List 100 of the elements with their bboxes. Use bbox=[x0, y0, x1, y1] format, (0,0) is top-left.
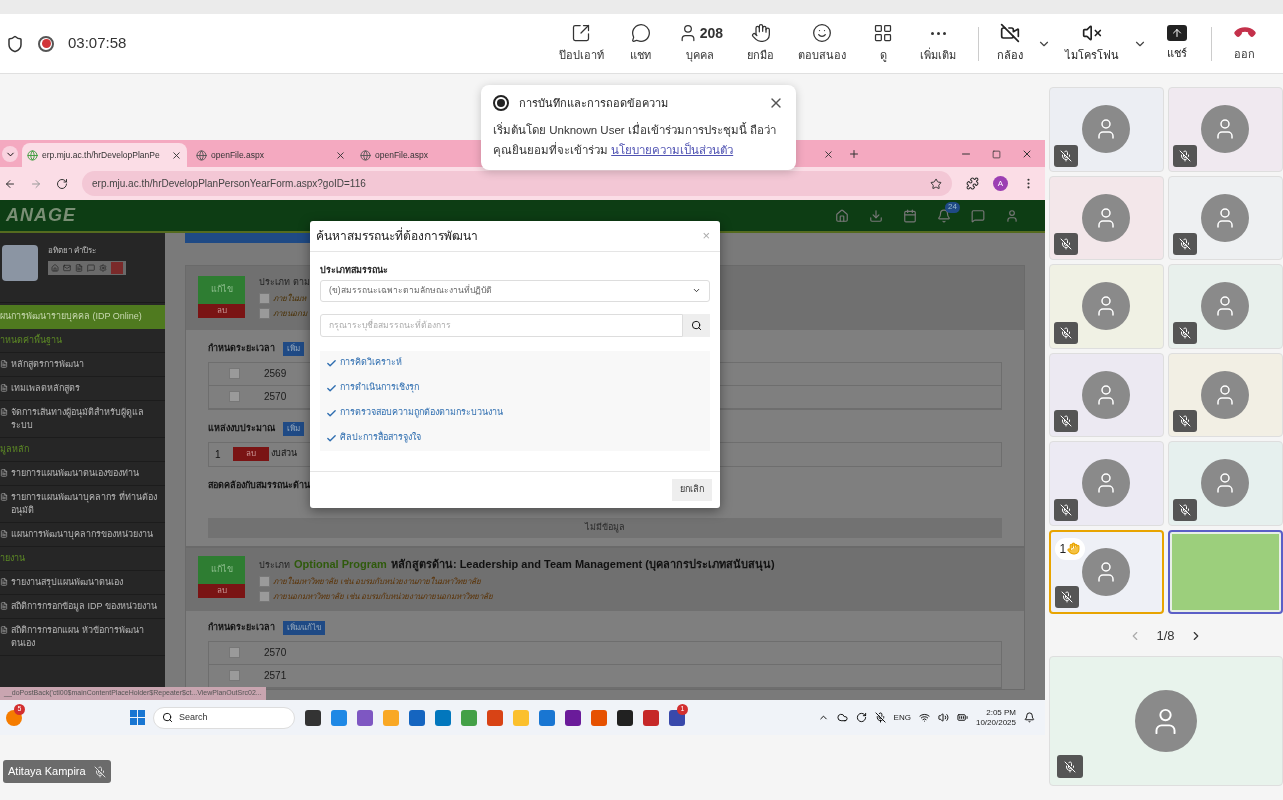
menu-item[interactable]: รายการแผนพัฒนาบุคลากร ที่ท่านต้องอนุมัติ bbox=[11, 491, 165, 517]
competency-option[interactable]: การตรวจสอบความถูกต้องตามกระบวนงาน bbox=[320, 400, 710, 426]
add-button[interactable]: เพิ่ม bbox=[283, 421, 304, 436]
checkbox[interactable] bbox=[259, 576, 270, 587]
calendar-icon[interactable] bbox=[903, 208, 917, 223]
checkbox[interactable] bbox=[229, 391, 240, 402]
close-icon[interactable] bbox=[823, 149, 834, 160]
start-icon[interactable] bbox=[130, 710, 145, 725]
menu-item[interactable]: รายงานสรุปแผนพัฒนาตนเอง bbox=[11, 576, 123, 589]
browser-tab[interactable]: openFile.aspx bbox=[191, 143, 351, 167]
toolbar-button[interactable]: แชท bbox=[615, 15, 666, 72]
meeting-timer: 03:07:58 bbox=[68, 33, 127, 54]
menu-item[interactable]: เทมเพลตหลักสูตร bbox=[11, 382, 80, 395]
menu-item[interactable]: หลักสูตรการพัฒนา bbox=[11, 358, 84, 371]
competency-option[interactable]: การคิดวิเคราะห์ bbox=[320, 350, 710, 376]
smiley-icon bbox=[812, 23, 832, 44]
close-icon[interactable] bbox=[171, 149, 182, 161]
menu-item[interactable]: รายการแผนพัฒนาตนเองของท่าน bbox=[11, 467, 139, 480]
shield-icon[interactable] bbox=[6, 34, 24, 53]
add-button[interactable]: เพิ่ม bbox=[283, 341, 304, 356]
course-title: หลักสูตรด้าน: Leadership and Team Management (บุคลากรประเภทสนับสนุน) bbox=[390, 557, 775, 573]
bell-icon[interactable] bbox=[937, 208, 951, 223]
record-icon bbox=[493, 95, 509, 112]
menu-header[interactable]: ผนการพัฒนารายบุคคล (IDP Online) bbox=[0, 305, 165, 329]
avatar-icon bbox=[1082, 459, 1130, 508]
document-icon bbox=[0, 384, 8, 392]
field-label: ประเภทสมรรถนะ bbox=[320, 264, 389, 277]
taskbar-search[interactable]: Search bbox=[153, 706, 295, 729]
toolbar-button[interactable]: ดู bbox=[858, 15, 908, 72]
avatar-icon bbox=[1201, 282, 1249, 331]
profile-avatar[interactable]: A bbox=[993, 176, 1008, 191]
chevron-down-icon bbox=[692, 286, 701, 295]
checkbox[interactable] bbox=[229, 368, 240, 379]
cancel-button[interactable]: ยกเลิก bbox=[672, 478, 712, 501]
toolbar-button[interactable]: ตอบสนอง bbox=[786, 15, 858, 72]
raised-hand-badge: 1 bbox=[1054, 537, 1086, 560]
app-icon[interactable] bbox=[565, 709, 581, 726]
microphone-button[interactable]: ไมโครโฟน bbox=[1057, 15, 1127, 72]
address-bar[interactable]: erp.mju.ac.th/hrDevelopPlanPersonYearForm.aspx?goID=116 bbox=[82, 171, 952, 196]
checkbox[interactable] bbox=[229, 670, 240, 681]
close-icon[interactable] bbox=[335, 149, 346, 161]
checkbox[interactable] bbox=[259, 293, 270, 304]
globe-icon bbox=[27, 149, 38, 161]
camera-button[interactable]: กล้อง bbox=[989, 15, 1031, 72]
delete-button[interactable]: ลบ bbox=[233, 447, 269, 461]
wifi-icon[interactable] bbox=[918, 712, 930, 723]
document-icon bbox=[0, 360, 8, 368]
menu-item[interactable]: สถิติการกรอกแผน หัวข้อการพัฒนาตนเอง bbox=[11, 624, 165, 650]
search-button[interactable] bbox=[683, 313, 710, 337]
privacy-link[interactable]: นโยบายความเป็นส่วนตัว bbox=[611, 143, 734, 156]
leave-button[interactable]: ออก bbox=[1222, 15, 1267, 72]
checkbox[interactable] bbox=[259, 591, 270, 602]
mic-off-icon[interactable] bbox=[874, 712, 886, 723]
clock-date[interactable]: 10/20/2025 bbox=[975, 717, 1016, 728]
browser-tab[interactable]: openFile.aspx bbox=[355, 143, 475, 167]
extension-icon[interactable] bbox=[966, 177, 979, 190]
delete-button[interactable]: ลบ bbox=[198, 584, 245, 598]
share-button[interactable]: แชร์ bbox=[1153, 15, 1201, 72]
menu-item[interactable]: แผนการพัฒนาบุคลากรของหน่วยงาน bbox=[11, 528, 153, 541]
close-icon[interactable] bbox=[1021, 148, 1033, 160]
delete-button[interactable]: ลบ bbox=[198, 304, 245, 318]
home-icon[interactable] bbox=[835, 208, 849, 223]
competency-option[interactable]: การดำเนินการเชิงรุก bbox=[320, 375, 710, 401]
add-button[interactable]: เพิ่ม/แก้ไข bbox=[283, 620, 326, 635]
clock-time[interactable]: 2:05 PM bbox=[986, 707, 1016, 718]
dialog-title: ค้นหาสมรรถนะที่ต้องการพัฒนา bbox=[316, 227, 478, 245]
star-icon[interactable] bbox=[930, 177, 942, 190]
participant-tile[interactable]: 1 bbox=[1048, 529, 1164, 614]
app-icon[interactable] bbox=[617, 709, 633, 726]
browser-tab[interactable]: erp.mju.ac.th/hrDevelopPlanPe bbox=[22, 143, 187, 167]
reload-icon[interactable] bbox=[56, 177, 68, 190]
checkbox[interactable] bbox=[229, 647, 240, 658]
checkbox[interactable] bbox=[259, 308, 270, 319]
chat-icon[interactable] bbox=[971, 208, 985, 223]
search-field[interactable]: กรุณาระบุชื่อสมรรถนะที่ต้องการ bbox=[320, 313, 683, 337]
notification-icon[interactable] bbox=[1024, 712, 1035, 723]
toolbar-button[interactable]: ยกมือ bbox=[735, 15, 786, 72]
menu-item[interactable]: จัดการเส้นทางผู้อนุมัติสำหรับผู้ดูแลระบบ bbox=[11, 406, 165, 432]
profile-photo bbox=[2, 245, 38, 281]
self-video-tile[interactable] bbox=[1048, 656, 1283, 786]
app-icon[interactable] bbox=[305, 709, 321, 726]
download-icon[interactable] bbox=[869, 208, 883, 223]
maximize-icon[interactable] bbox=[992, 150, 1001, 159]
battery-icon[interactable] bbox=[956, 712, 968, 723]
competency-option[interactable]: ศิลปะการสื่อสารจูงใจ bbox=[320, 425, 710, 451]
camera-off-icon bbox=[1000, 23, 1020, 44]
toolbar-button[interactable]: เพิ่มเติม bbox=[908, 15, 968, 72]
menu-item[interactable]: สถิติการกรอกข้อมูล IDP ของหน่วยงาน bbox=[11, 600, 157, 613]
cloud-icon[interactable] bbox=[836, 712, 848, 723]
competency-type-select[interactable]: (ข)สมรรถนะเฉพาะตามลักษณะงานที่ปฏิบัติ bbox=[320, 279, 710, 302]
back-icon[interactable] bbox=[4, 177, 16, 190]
toolbar-button[interactable]: ป๊อปเอาท์ bbox=[546, 15, 616, 72]
toolbar-button[interactable]: 208 บุคคล bbox=[665, 15, 735, 72]
row-number: 1 bbox=[215, 447, 222, 462]
volume-icon[interactable] bbox=[937, 712, 949, 723]
user-icon[interactable] bbox=[1005, 208, 1019, 223]
sync-icon[interactable] bbox=[855, 712, 867, 723]
language-indicator[interactable]: ENG bbox=[893, 711, 911, 724]
new-tab-icon[interactable] bbox=[848, 148, 860, 160]
toast-message: เริ่มต้นโดย Unknown User เมื่อเข้าร่วมการประชุมนี้ ถือว่าคุณยินยอมที่จะเข้าร่วม นโยบายความเป็นส่วนตัว bbox=[493, 121, 777, 159]
